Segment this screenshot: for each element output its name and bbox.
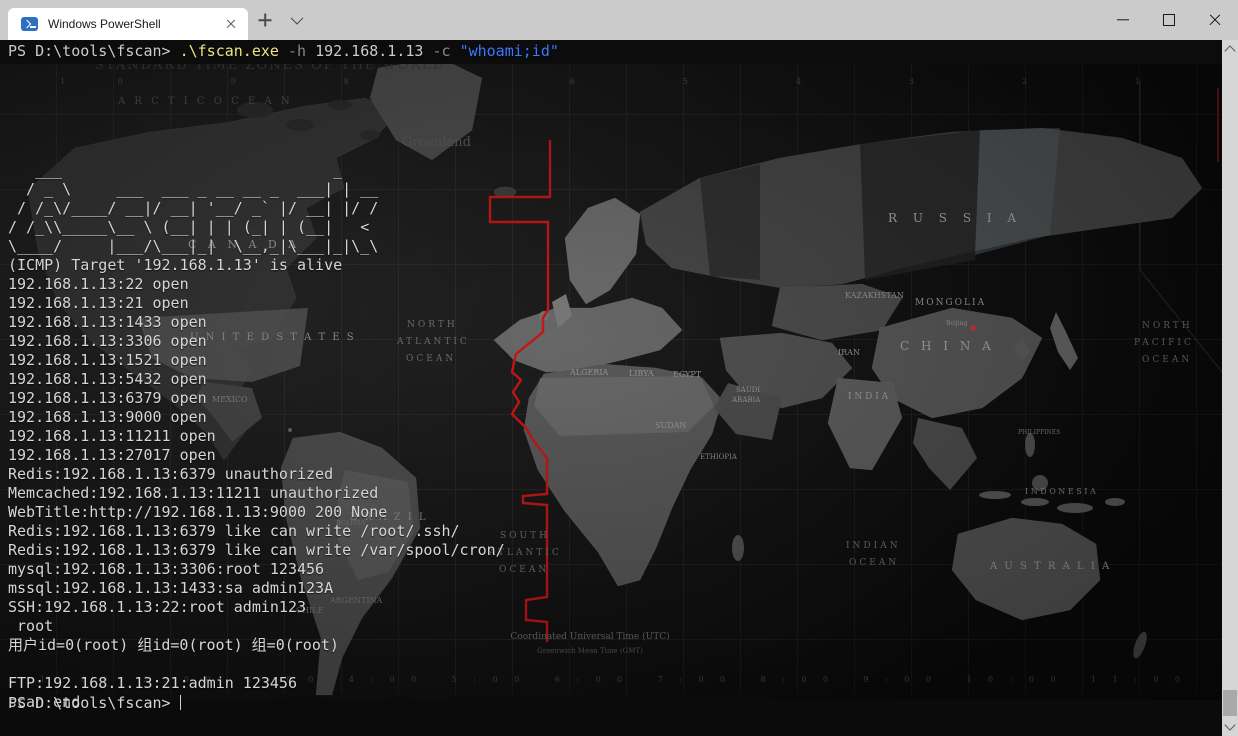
terminal-line: \____/ |___/\___|_| \__,_|\___|_|\_\ <box>8 237 505 256</box>
terminal-line: 192.168.1.13:11211 open <box>8 427 505 446</box>
terminal-line: 192.168.1.13:1433 open <box>8 313 505 332</box>
terminal-line: / /_\/____/ __|/ __| '__/ _` |/ __| |/ / <box>8 199 505 218</box>
terminal-line: 192.168.1.13:9000 open <box>8 408 505 427</box>
flag-host: -h <box>288 42 306 60</box>
scroll-down-icon[interactable] <box>1222 718 1238 734</box>
terminal-line: 192.168.1.13:3306 open <box>8 332 505 351</box>
target-host: 192.168.1.13 <box>315 42 423 60</box>
minimize-button[interactable] <box>1100 0 1146 40</box>
scrollbar-thumb[interactable] <box>1223 690 1237 716</box>
terminal-line: ___ _ <box>8 161 505 180</box>
command-string-arg: "whoami;id" <box>460 42 559 60</box>
vertical-scrollbar[interactable] <box>1222 40 1238 736</box>
screen: { "titlebar": { "tab_title": "Windows Po… <box>0 0 1238 736</box>
new-tab-button[interactable] <box>252 6 278 34</box>
terminal-line: mysql:192.168.1.13:3306:root 123456 <box>8 560 505 579</box>
terminal-line: / _ \ ___ ___ _ __ __ _ ___| | __ <box>8 180 505 199</box>
terminal-output: ___ _ / _ \ ___ ___ _ __ __ _ ___| | __ … <box>8 104 505 712</box>
terminal[interactable]: STANDARD TIME ZONES OF THE WORLD 10 9 8 … <box>0 40 1238 736</box>
final-prompt: PS D:\tools\fscan> <box>8 694 171 712</box>
terminal-line: 192.168.1.13:21 open <box>8 294 505 313</box>
scroll-up-icon[interactable] <box>1222 42 1238 58</box>
prompt-text: PS D:\tools\fscan> <box>8 42 171 60</box>
terminal-line: / /_\\_____\__ \ (__| | | (_| | (__| < <box>8 218 505 237</box>
terminal-line: WebTitle:http://192.168.1.13:9000 200 No… <box>8 503 505 522</box>
terminal-line: Memcached:192.168.1.13:11211 unauthorize… <box>8 484 505 503</box>
close-button[interactable] <box>1192 0 1238 40</box>
tab-close-icon[interactable] <box>220 13 242 35</box>
terminal-line: 192.168.1.13:5432 open <box>8 370 505 389</box>
terminal-line: Redis:192.168.1.13:6379 like can write /… <box>8 541 505 560</box>
terminal-line: SSH:192.168.1.13:22:root admin123 <box>8 598 505 617</box>
terminal-line: Redis:192.168.1.13:6379 like can write /… <box>8 522 505 541</box>
terminal-line: 用户id=0(root) 组id=0(root) 组=0(root) <box>8 636 505 655</box>
flag-cmd: -c <box>432 42 450 60</box>
terminal-line: 192.168.1.13:27017 open <box>8 446 505 465</box>
terminal-line: 192.168.1.13:1521 open <box>8 351 505 370</box>
command-executable: .\fscan.exe <box>180 42 279 60</box>
terminal-line: 192.168.1.13:22 open <box>8 275 505 294</box>
maximize-button[interactable] <box>1146 0 1192 40</box>
final-prompt-line: PS D:\tools\fscan> <box>8 655 181 736</box>
window-controls <box>1100 0 1238 40</box>
titlebar[interactable]: Windows PowerShell <box>0 0 1238 40</box>
terminal-line: 192.168.1.13:6379 open <box>8 389 505 408</box>
powershell-icon <box>21 17 38 31</box>
terminal-line: root <box>8 617 505 636</box>
command-line[interactable]: PS D:\tools\fscan> .\fscan.exe -h 192.16… <box>8 42 559 61</box>
terminal-line: mssql:192.168.1.13:1433:sa admin123A <box>8 579 505 598</box>
tab-windows-powershell[interactable]: Windows PowerShell <box>8 8 248 40</box>
tab-title: Windows PowerShell <box>48 17 220 31</box>
tab-dropdown-icon[interactable] <box>284 8 310 32</box>
terminal-line: Redis:192.168.1.13:6379 unauthorized <box>8 465 505 484</box>
text-cursor <box>180 695 182 710</box>
terminal-line: (ICMP) Target '192.168.1.13' is alive <box>8 256 505 275</box>
